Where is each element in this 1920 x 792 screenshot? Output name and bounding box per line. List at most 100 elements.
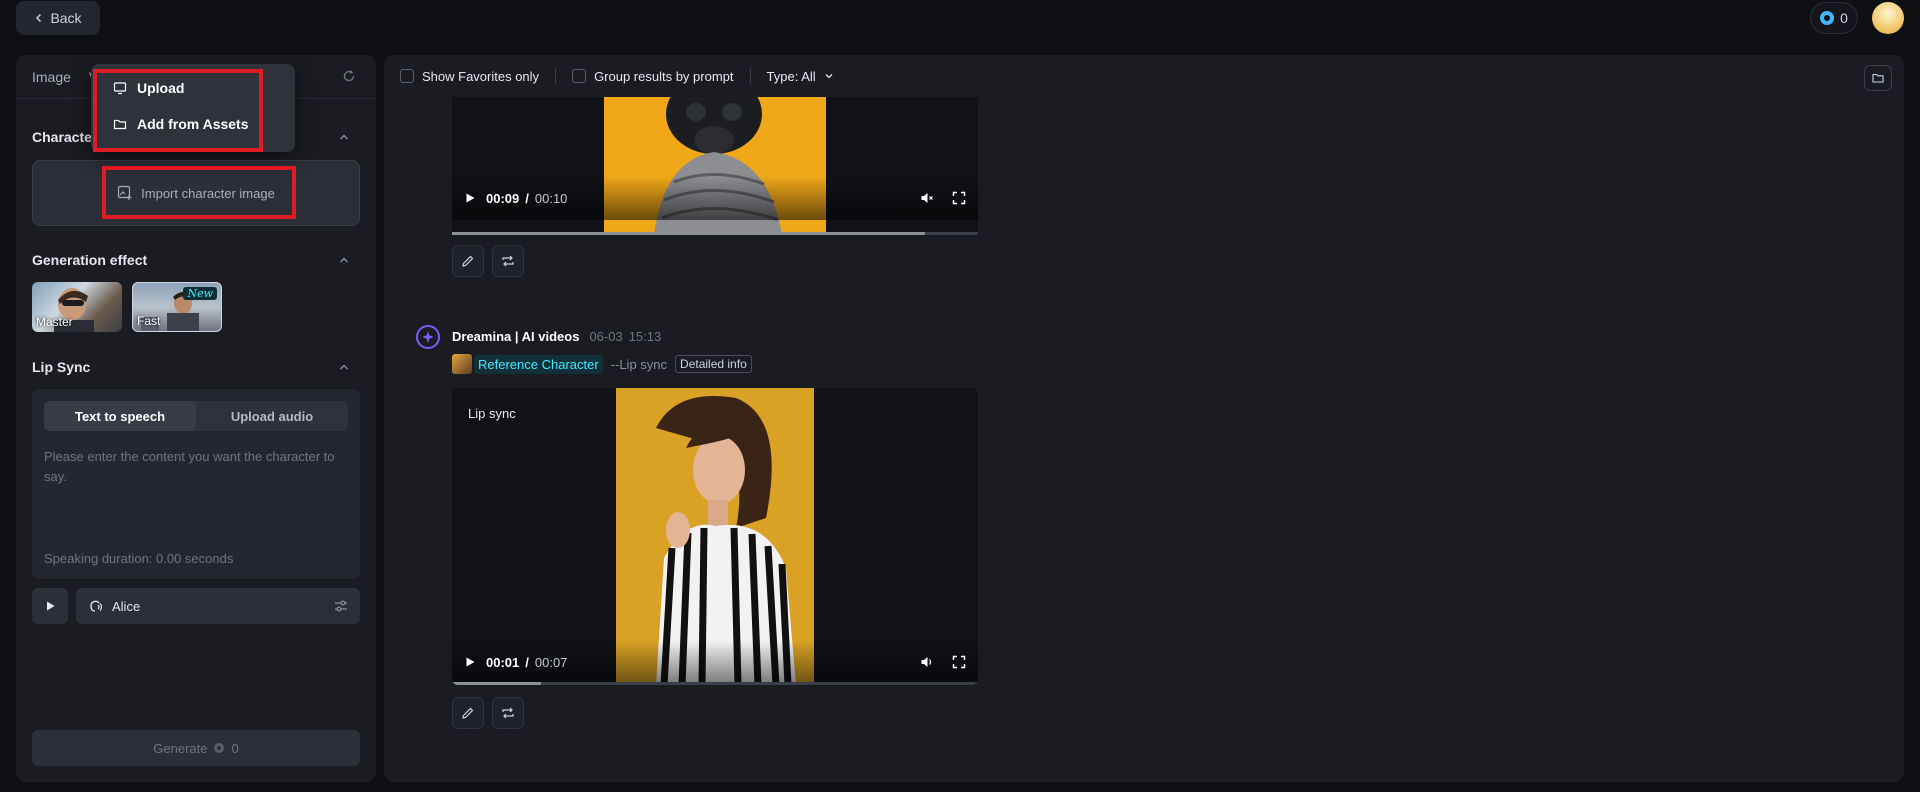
time-separator: / — [525, 190, 529, 206]
video-2-timecode: 00:01 / 00:07 — [486, 655, 567, 670]
generation-date: 06-03 — [589, 329, 623, 344]
image-add-icon — [117, 185, 133, 201]
muted-volume-icon[interactable] — [920, 191, 934, 205]
video-player-1[interactable]: 00:09 / 00:10 — [452, 90, 978, 235]
generator-name: Dreamina | AI videos — [452, 329, 580, 344]
type-filter[interactable]: Type: All — [767, 69, 816, 84]
group-checkbox[interactable] — [572, 69, 587, 83]
settings-sliders-icon[interactable] — [334, 599, 348, 613]
generate-button[interactable]: Generate 0 — [32, 730, 360, 766]
voice-icon — [88, 598, 104, 614]
left-panel: Image V Character Import character image… — [16, 55, 376, 782]
time-separator: / — [525, 654, 529, 670]
video-1-timecode: 00:09 / 00:10 — [486, 191, 567, 206]
fullscreen-icon[interactable] — [952, 655, 966, 669]
tab-upload-audio[interactable]: Upload audio — [196, 401, 348, 431]
voice-name: Alice — [112, 598, 141, 614]
video-2-progress[interactable] — [452, 682, 978, 685]
import-character-button[interactable]: Import character image — [32, 160, 360, 226]
fullscreen-icon[interactable] — [952, 191, 966, 205]
regenerate-button[interactable] — [492, 245, 524, 277]
favorites-checkbox[interactable] — [400, 69, 414, 83]
voice-preview-button[interactable] — [32, 588, 68, 624]
menu-item-label: Add from Assets — [137, 116, 249, 132]
divider — [749, 68, 751, 84]
credits-badge[interactable]: 0 — [1810, 2, 1858, 34]
edit-button[interactable] — [452, 245, 484, 277]
regenerate-button[interactable] — [492, 697, 524, 729]
generate-label: Generate — [153, 740, 208, 756]
avatar[interactable] — [1872, 2, 1904, 34]
volume-icon[interactable] — [920, 655, 934, 669]
play-icon — [44, 600, 56, 612]
effect-fast-label: Fast — [137, 314, 161, 328]
repeat-icon — [501, 254, 515, 268]
voice-selector[interactable]: Alice — [76, 588, 360, 624]
dreamina-logo-icon — [416, 325, 440, 349]
back-label: Back — [50, 10, 82, 26]
results-toolbar: Show Favorites only Group results by pro… — [384, 55, 1904, 97]
tab-text-to-speech[interactable]: Text to speech — [44, 401, 196, 431]
chevron-left-icon — [34, 13, 44, 23]
edit-button[interactable] — [452, 697, 484, 729]
reference-character-thumbnail — [452, 354, 472, 374]
folder-icon — [113, 117, 127, 131]
video-1-progress-fill — [452, 232, 926, 235]
top-bar: Back 0 — [0, 0, 1920, 48]
effect-master-label: Master — [36, 315, 73, 329]
credit-icon — [1820, 11, 1835, 25]
divider — [555, 68, 557, 84]
monitor-icon — [113, 81, 127, 95]
play-icon[interactable] — [464, 192, 476, 204]
lip-sync-box: Text to speech Upload audio Please enter… — [32, 389, 360, 579]
chevron-up-icon[interactable] — [338, 131, 350, 143]
lip-sync-mode-toggle: Text to speech Upload audio — [44, 401, 348, 431]
video-1-controls: 00:09 / 00:10 — [452, 176, 978, 220]
menu-item-upload[interactable]: Upload — [113, 80, 184, 96]
lip-sync-badge: Lip sync — [468, 406, 516, 421]
chevron-up-icon[interactable] — [338, 254, 350, 266]
video-1-progress[interactable] — [452, 232, 978, 235]
repeat-icon — [501, 706, 515, 720]
video-2-controls: 00:01 / 00:07 — [452, 640, 978, 684]
duration: 00:07 — [534, 654, 568, 670]
video-2-progress-fill — [452, 682, 542, 685]
new-badge: New — [183, 287, 217, 300]
generation-header: Dreamina | AI videos 06-03 15:13 — [452, 329, 661, 344]
import-character-label: Import character image — [141, 185, 275, 201]
menu-item-label: Upload — [137, 80, 185, 96]
prompt-tags: Reference Character --Lip sync Detailed … — [452, 354, 752, 374]
detailed-info-button[interactable]: Detailed info — [675, 355, 752, 373]
reset-icon[interactable] — [342, 69, 356, 83]
speaking-duration: Speaking duration: 0.00 seconds — [44, 551, 234, 566]
effect-fast[interactable]: New Fast — [132, 282, 222, 332]
mode-tabs: Image V — [32, 69, 98, 93]
lip-sync-title: Lip Sync — [32, 359, 91, 375]
tab-image[interactable]: Image — [32, 69, 71, 93]
menu-item-add-from-assets[interactable]: Add from Assets — [113, 116, 249, 132]
credits-count: 0 — [1840, 10, 1848, 26]
play-icon[interactable] — [464, 656, 476, 668]
lip-sync-tag: --Lip sync — [610, 356, 668, 372]
folder-icon — [1872, 72, 1884, 84]
back-button[interactable]: Back — [16, 1, 100, 35]
video-2-right-controls — [920, 655, 966, 669]
current-time: 00:01 — [486, 654, 520, 670]
favorites-label[interactable]: Show Favorites only — [422, 69, 539, 84]
chevron-up-icon[interactable] — [338, 361, 350, 373]
reference-character-tag[interactable]: Reference Character — [474, 354, 603, 374]
import-source-menu: Upload Add from Assets — [91, 64, 295, 152]
credit-icon — [213, 742, 225, 754]
pencil-icon — [461, 706, 475, 720]
video-player-2[interactable]: Lip sync 00:01 / 00:07 — [452, 388, 978, 685]
open-folder-button[interactable] — [1864, 65, 1892, 91]
chevron-down-icon[interactable] — [824, 71, 834, 81]
generation-time: 15:13 — [628, 329, 662, 344]
current-time: 00:09 — [486, 190, 520, 206]
generation-effect-title: Generation effect — [32, 252, 148, 268]
generate-cost: 0 — [231, 740, 239, 756]
pencil-icon — [461, 254, 475, 268]
speech-text-input[interactable]: Please enter the content you want the ch… — [44, 447, 348, 487]
effect-master[interactable]: Master — [32, 282, 122, 332]
group-label[interactable]: Group results by prompt — [594, 69, 733, 84]
